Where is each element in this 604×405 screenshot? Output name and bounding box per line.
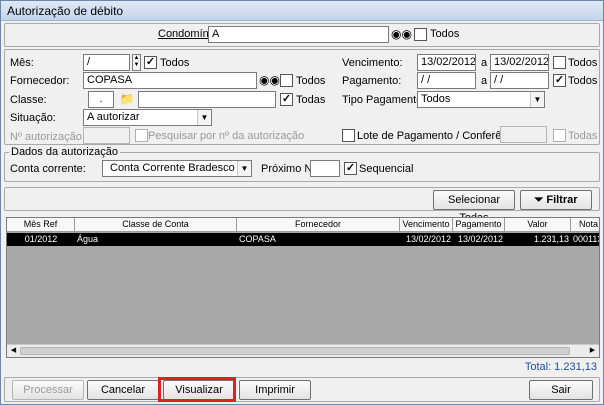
nautorizacao-input[interactable] — [83, 127, 130, 144]
nautorizacao-label: Nº autorização: — [10, 131, 85, 143]
cancelar-button[interactable]: Cancelar — [87, 380, 159, 400]
processar-button[interactable]: Processar — [12, 380, 84, 400]
cell-mes-ref: 01/2012 — [24, 234, 58, 244]
scroll-right-icon[interactable]: ▶ — [586, 345, 599, 357]
tipo-pagamento-label: Tipo Pagamento: — [342, 94, 426, 106]
pesquisar-checkbox[interactable] — [135, 129, 148, 142]
situacao-select[interactable]: A autorizar ▼ — [83, 109, 212, 126]
chevron-down-icon: ▼ — [530, 92, 544, 107]
vencimento-label: Vencimento: — [342, 57, 403, 69]
cell-fornecedor: COPASA — [239, 234, 276, 244]
lote-input[interactable] — [500, 126, 547, 143]
sair-button[interactable]: Sair — [529, 380, 593, 400]
vencimento-todos-label: Todos — [568, 57, 598, 69]
total-label: Total: 1.231,13 — [524, 361, 597, 373]
sequencial-checkbox[interactable]: ✓ — [344, 162, 357, 175]
cell-pagamento: 13/02/2012 — [457, 234, 503, 244]
dados-group-label: Dados da autorização — [9, 146, 121, 158]
condominio-todos-checkbox[interactable] — [414, 28, 427, 41]
mes-todos-label: Todos — [160, 57, 190, 69]
chevron-down-icon: ▼ — [197, 110, 211, 125]
table-header: Mês Ref Classe de Conta Fornecedor Venci… — [7, 218, 599, 232]
vencimento-from-input[interactable]: 13/02/2012 — [417, 54, 476, 71]
col-fornecedor[interactable]: Fornecedor — [237, 218, 400, 232]
pagamento-label: Pagamento: — [342, 75, 402, 87]
table-row[interactable]: 01/2012 Água COPASA 13/02/2012 13/02/201… — [7, 233, 599, 246]
cell-valor: 1.231,13 — [533, 234, 569, 244]
filtrar-button[interactable]: ⏷ Filtrar — [520, 190, 592, 210]
col-mes-ref[interactable]: Mês Ref — [7, 218, 75, 232]
classe-code-input[interactable]: . — [88, 91, 114, 108]
imprimir-button[interactable]: Imprimir — [239, 380, 311, 400]
classe-todas-label: Todas — [296, 94, 326, 106]
col-nota[interactable]: Nota — [571, 218, 599, 232]
col-classe-conta[interactable]: Classe de Conta — [75, 218, 237, 232]
fornecedor-binoculars-icon[interactable]: ◉◉ — [259, 72, 280, 89]
vencimento-todos-checkbox[interactable] — [553, 56, 566, 69]
mes-label: Mês: — [10, 57, 34, 69]
conta-select[interactable]: Conta Corrente Bradesco ▼ — [102, 160, 252, 177]
scroll-left-icon[interactable]: ◀ — [7, 345, 20, 357]
lote-todas-checkbox[interactable] — [553, 129, 566, 142]
fornecedor-label: Fornecedor: — [10, 75, 70, 87]
mes-spinner[interactable]: ▲ ▼ — [132, 54, 141, 71]
lote-todas-label: Todas — [568, 130, 598, 142]
lote-checkbox[interactable] — [342, 129, 355, 142]
tipo-pagamento-value: Todos — [421, 93, 451, 105]
pagamento-a-label: a — [481, 75, 488, 87]
cell-classe-conta: Água — [77, 234, 99, 244]
vencimento-to-input[interactable]: 13/02/2012 — [490, 54, 549, 71]
pagamento-from-input[interactable]: / / — [417, 72, 476, 89]
pagamento-todos-checkbox[interactable]: ✓ — [553, 74, 566, 87]
classe-name-input[interactable] — [138, 91, 276, 108]
fornecedor-todos-checkbox[interactable] — [280, 74, 293, 87]
sequencial-label: Sequencial — [359, 163, 414, 175]
conta-value: Conta Corrente Bradesco — [110, 162, 235, 174]
fornecedor-input[interactable]: COPASA — [83, 72, 257, 89]
chevron-down-icon: ▼ — [237, 161, 251, 176]
mes-input[interactable]: / — [83, 54, 130, 71]
tipo-pagamento-select[interactable]: Todos ▼ — [417, 91, 545, 108]
proximo-input[interactable] — [310, 160, 340, 177]
authorizations-table: Mês Ref Classe de Conta Fornecedor Venci… — [6, 217, 600, 358]
classe-label: Classe: — [10, 94, 47, 106]
action-bar: Selecionar Todas ⏷ Filtrar — [4, 187, 600, 224]
condominio-panel: Condomínio: A ◉◉ Todos — [4, 23, 600, 47]
pesquisar-label: Pesquisar por nº da autorização — [148, 130, 305, 142]
binoculars-icon[interactable]: ◉◉ — [391, 26, 412, 43]
filters-panel: Mês: / ▲ ▼ ✓ Todos Fornecedor: COPASA ◉◉ … — [4, 49, 600, 145]
dados-autorizacao-group: Dados da autorização Conta corrente: Con… — [4, 146, 600, 182]
condominio-todos-label: Todos — [430, 28, 460, 40]
window-title: Autorização de débito — [1, 1, 603, 21]
situacao-label: Situação: — [10, 112, 56, 124]
autorizacao-debito-window: Autorização de débito Condomínio: A ◉◉ T… — [0, 0, 604, 405]
pagamento-todos-label: Todos — [568, 75, 598, 87]
selecionar-todas-button[interactable]: Selecionar Todas — [433, 190, 515, 224]
filtrar-label: Filtrar — [546, 194, 578, 206]
pagamento-to-input[interactable]: / / — [490, 72, 549, 89]
footer-bar: Processar Cancelar Visualizar Imprimir S… — [4, 377, 600, 402]
condominio-input[interactable]: A — [208, 26, 389, 43]
horizontal-scrollbar[interactable]: ◀ ▶ — [7, 344, 599, 357]
vencimento-a-label: a — [481, 57, 488, 69]
cell-nota: 0001135 — [573, 234, 599, 244]
col-pagamento[interactable]: Pagamento — [453, 218, 505, 232]
folder-icon[interactable]: 📁 — [117, 91, 137, 108]
funnel-icon: ⏷ — [534, 194, 544, 206]
situacao-value: A autorizar — [87, 111, 140, 123]
fornecedor-todos-label: Todos — [296, 75, 326, 87]
classe-todas-checkbox[interactable]: ✓ — [280, 93, 293, 106]
conta-label: Conta corrente: — [10, 163, 86, 175]
mes-todos-checkbox[interactable]: ✓ — [144, 56, 157, 69]
scroll-thumb[interactable] — [20, 347, 570, 355]
cell-vencimento: 13/02/2012 — [405, 234, 451, 244]
col-vencimento[interactable]: Vencimento — [400, 218, 453, 232]
visualizar-highlight — [158, 377, 236, 402]
col-valor[interactable]: Valor — [505, 218, 571, 232]
